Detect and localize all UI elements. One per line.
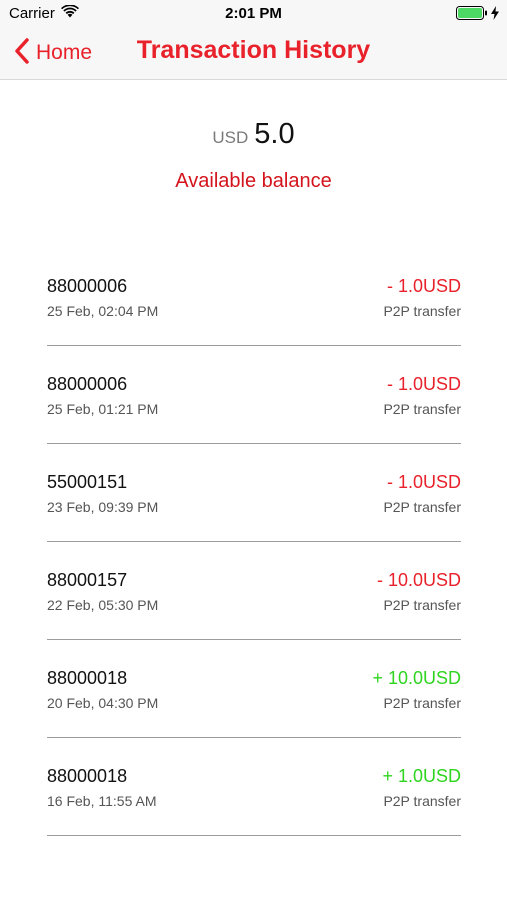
transaction-list: 88000006 25 Feb, 02:04 PM - 1.0USD P2P t… [47,249,461,837]
balance-display: USD 5.0 [0,118,507,151]
status-bar: Carrier 2:01 PM [0,0,507,28]
transaction-account: 55000151 [47,472,128,492]
transaction-account: 88000157 [47,570,128,590]
battery-indicator [456,6,499,25]
balance-label: Available balance [175,170,332,192]
transaction-amount: - 10.0USD [376,570,461,590]
transaction-row[interactable]: 55000151 23 Feb, 09:39 PM - 1.0USD P2P t… [47,445,461,542]
page-title: Transaction History [136,36,371,64]
transaction-row[interactable]: 88000018 20 Feb, 04:30 PM + 10.0USD P2P … [47,641,461,738]
transaction-amount: - 1.0USD [386,374,461,394]
transaction-account: 88000006 [47,276,128,296]
transaction-row[interactable]: 88000006 25 Feb, 01:21 PM - 1.0USD P2P t… [47,347,461,444]
transaction-date: 25 Feb, 02:04 PM [47,303,159,319]
transaction-account: 88000018 [47,668,128,688]
transaction-date: 25 Feb, 01:21 PM [47,401,159,417]
battery-icon [456,6,488,25]
transaction-date: 22 Feb, 05:30 PM [47,597,159,613]
clock: 2:01 PM [225,5,282,22]
transaction-type: P2P transfer [383,695,461,711]
navigation-bar: Home Transaction History [0,28,507,80]
transaction-account: 88000018 [47,766,128,786]
transaction-amount: - 1.0USD [386,276,461,296]
transaction-type: P2P transfer [383,793,461,809]
transaction-row[interactable]: 88000018 16 Feb, 11:55 AM + 1.0USD P2P t… [47,739,461,836]
balance-amount: 5.0 [254,118,295,150]
transaction-type: P2P transfer [383,303,461,319]
transaction-date: 23 Feb, 09:39 PM [47,499,159,515]
transaction-type: P2P transfer [383,597,461,613]
charging-bolt-icon [491,6,499,25]
transaction-row[interactable]: 88000157 22 Feb, 05:30 PM - 10.0USD P2P … [47,543,461,640]
transaction-amount: + 1.0USD [382,766,461,786]
transaction-account: 88000006 [47,374,128,394]
transaction-date: 16 Feb, 11:55 AM [47,793,157,809]
transaction-amount: + 10.0USD [372,668,461,688]
transaction-amount: - 1.0USD [386,472,461,492]
transaction-date: 20 Feb, 04:30 PM [47,695,159,711]
balance-currency: USD [212,128,249,147]
transaction-type: P2P transfer [383,401,461,417]
transaction-type: P2P transfer [383,499,461,515]
transaction-row[interactable]: 88000006 25 Feb, 02:04 PM - 1.0USD P2P t… [47,249,461,346]
